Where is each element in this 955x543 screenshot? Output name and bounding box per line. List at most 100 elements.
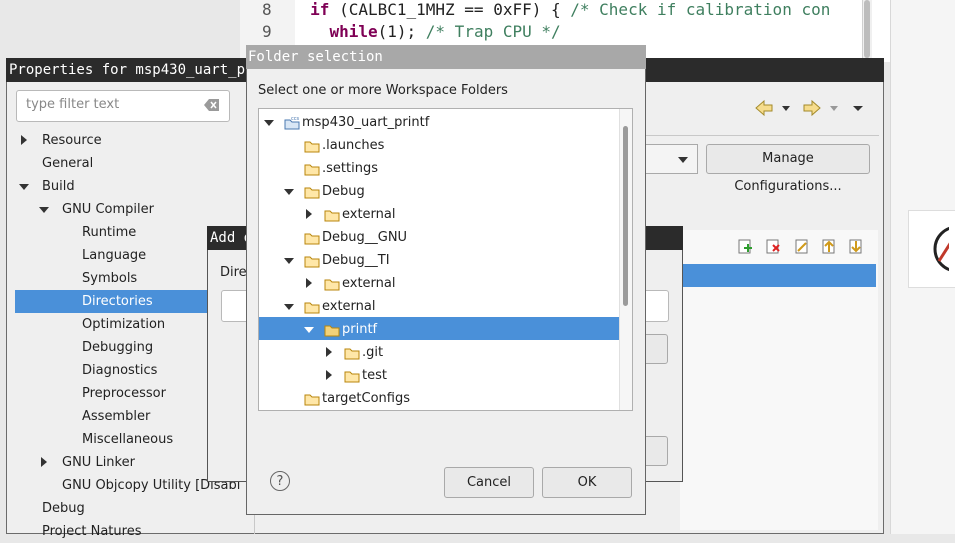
folder-tree-item[interactable]: external	[284, 295, 376, 318]
properties-tree-item[interactable]: Diagnostics	[62, 359, 157, 382]
properties-tree-item[interactable]: Resource	[21, 129, 102, 152]
folder-label: Debug__TI	[322, 253, 390, 268]
folder-icon	[324, 325, 340, 337]
chevron-down-icon[interactable]	[284, 189, 294, 195]
editor-scrollbar-thumb[interactable]	[864, 0, 870, 58]
folder-tree-scrollbar-thumb[interactable]	[623, 126, 628, 306]
properties-tree-item[interactable]: Optimization	[62, 313, 165, 336]
chevron-right-icon[interactable]	[326, 370, 332, 380]
delete-icon	[766, 239, 780, 254]
tree-item-label: General	[42, 156, 94, 171]
properties-tree-item[interactable]: Runtime	[62, 221, 136, 244]
filter-placeholder: type filter text	[26, 97, 120, 112]
folder-label: .git	[362, 345, 384, 360]
folder-tree-item[interactable]: .settings	[284, 157, 378, 180]
chevron-right-icon[interactable]	[326, 347, 332, 357]
properties-tree-item[interactable]: Preprocessor	[62, 382, 166, 405]
folder-icon	[304, 233, 320, 245]
properties-tree-item[interactable]: Symbols	[62, 267, 137, 290]
tree-item-label: Debugging	[82, 340, 154, 355]
folder-tree-item[interactable]: targetConfigs	[284, 387, 410, 410]
code-line-9: 9 while(1); /* Trap CPU */	[262, 22, 561, 41]
chevron-down-icon[interactable]	[304, 327, 314, 333]
back-dropdown-icon	[782, 106, 790, 111]
edit-icon	[795, 239, 808, 254]
folder-label: external	[322, 299, 376, 314]
properties-tree-item[interactable]: Miscellaneous	[62, 428, 173, 451]
folder-tree-item[interactable]: .launches	[284, 134, 384, 157]
tree-item-label: Optimization	[82, 317, 166, 332]
properties-tree-item[interactable]: Project Natures	[22, 520, 141, 543]
chevron-down-icon[interactable]	[284, 304, 294, 310]
tree-item-label: Diagnostics	[82, 363, 158, 378]
folder-icon	[304, 256, 320, 268]
back-arrow-icon	[755, 99, 773, 117]
folder-label: msp430_uart_printf	[302, 115, 430, 130]
chevron-right-icon[interactable]	[306, 209, 312, 219]
tree-item-label: Resource	[42, 133, 102, 148]
clear-filter-icon[interactable]	[204, 98, 220, 112]
cancel-button[interactable]: Cancel	[444, 467, 534, 498]
view-menu-icon	[853, 106, 863, 111]
svg-text:ccs: ccs	[291, 116, 299, 122]
chevron-right-icon[interactable]	[21, 135, 27, 145]
folder-label: Debug	[322, 184, 365, 199]
line-number: 8	[262, 0, 272, 19]
code-text: (CALBC1_1MHZ == 0xFF) {	[329, 0, 571, 19]
folder-selection-title-bar[interactable]: Folder selection	[246, 45, 646, 69]
list-selected-row[interactable]	[680, 264, 876, 287]
help-icon[interactable]: ?	[270, 471, 290, 491]
move-up-icon	[822, 239, 835, 254]
code-comment: /* Check if calibration con	[570, 0, 831, 19]
folder-tree-item[interactable]: .git	[324, 341, 383, 364]
properties-tree-item[interactable]: Language	[62, 244, 146, 267]
tree-item-label: Debug	[42, 501, 85, 516]
manage-configurations-button[interactable]: Manage Configurations...	[706, 144, 870, 194]
project-folder-icon: ccs	[284, 116, 300, 130]
folder-tree-item[interactable]: external	[304, 203, 396, 226]
folder-label: printf	[342, 322, 378, 337]
folder-label: external	[342, 207, 396, 222]
ok-button[interactable]: OK	[542, 467, 632, 498]
folder-icon	[344, 371, 360, 383]
chevron-right-icon[interactable]	[41, 457, 47, 467]
folder-tree-item[interactable]: Debug__TI	[284, 249, 390, 272]
folder-label: Debug__GNU	[322, 230, 408, 245]
chevron-down-icon[interactable]	[284, 258, 294, 264]
properties-tree-item[interactable]: Build	[19, 175, 75, 198]
line-number: 9	[262, 22, 272, 41]
chevron-down-icon	[678, 157, 688, 163]
chevron-right-icon[interactable]	[306, 278, 312, 288]
properties-tree-item[interactable]: Directories	[62, 290, 153, 313]
tree-item-label: Symbols	[82, 271, 138, 286]
side-card	[908, 210, 955, 288]
properties-tree-item[interactable]: GNU Linker	[41, 451, 135, 474]
folder-tree-item[interactable]: Debug__GNU	[284, 226, 407, 249]
properties-tree-item[interactable]: Debug	[22, 497, 85, 520]
configuration-dropdown[interactable]	[640, 144, 698, 174]
chevron-down-icon[interactable]	[264, 120, 274, 126]
folder-tree-item[interactable]: printf	[304, 318, 377, 341]
properties-tree-item[interactable]: Assembler	[62, 405, 150, 428]
properties-tree-item[interactable]: Debugging	[62, 336, 153, 359]
tree-item-label: Assembler	[82, 409, 151, 424]
folder-tree-item[interactable]: ccs msp430_uart_printf	[264, 111, 429, 134]
tree-item-label: GNU Linker	[62, 455, 135, 470]
chevron-down-icon[interactable]	[39, 207, 49, 213]
folder-tree-item[interactable]: external	[304, 272, 396, 295]
folder-label: external	[342, 276, 396, 291]
add-icon	[738, 239, 752, 254]
folder-selection-message: Select one or more Workspace Folders	[258, 83, 508, 98]
navigation-toolbar	[750, 96, 870, 120]
properties-tree-item[interactable]: GNU Compiler	[39, 198, 154, 221]
code-line-8: 8 if (CALBC1_1MHZ == 0xFF) { /* Check if…	[262, 0, 830, 19]
folder-icon	[304, 164, 320, 176]
folder-tree-item[interactable]: test	[324, 364, 387, 387]
folder-icon	[304, 302, 320, 314]
clock-icon	[933, 225, 955, 273]
chevron-down-icon[interactable]	[19, 184, 29, 190]
properties-tree-item[interactable]: General	[22, 152, 93, 175]
folder-tree-item[interactable]: Debug	[284, 180, 365, 203]
tree-item-label: GNU Compiler	[62, 202, 154, 217]
list-toolbar	[736, 236, 876, 258]
